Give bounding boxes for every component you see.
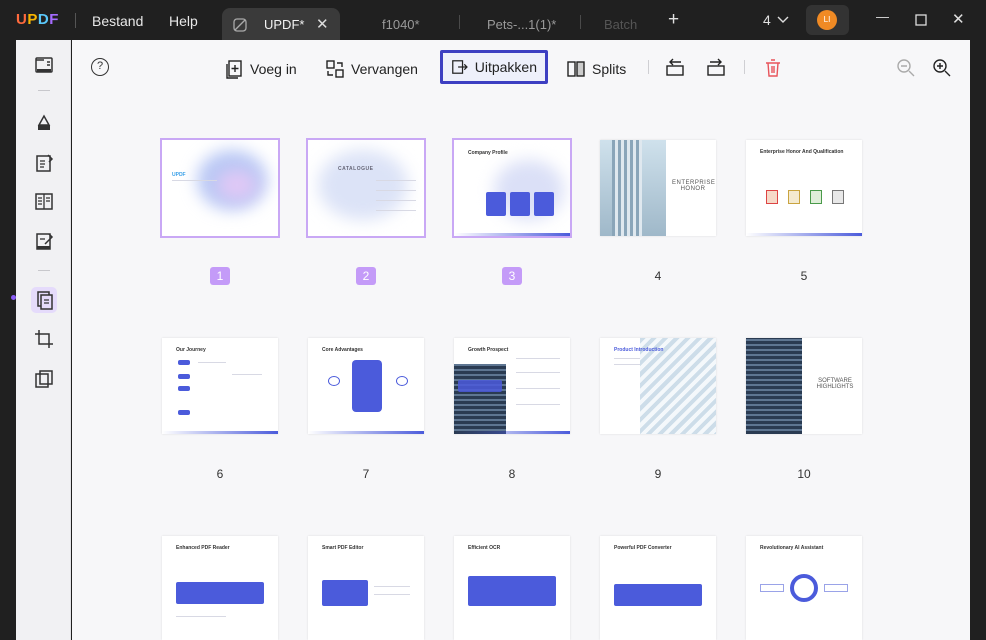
- form-icon[interactable]: [31, 188, 57, 214]
- page-thumbnail-8[interactable]: Growth Prospect: [454, 338, 570, 434]
- minimize-button[interactable]: —: [876, 9, 889, 24]
- tab-f1040[interactable]: f1040*: [352, 8, 458, 40]
- tab-label: Batch: [604, 17, 638, 32]
- close-window-button[interactable]: ✕: [952, 10, 965, 28]
- document-icon: [233, 18, 247, 32]
- page-thumbnail-11[interactable]: Enhanced PDF Reader: [162, 536, 278, 640]
- help-icon[interactable]: ?: [91, 58, 109, 76]
- extract-icon: [452, 60, 468, 74]
- page-thumbnail-7[interactable]: Core Advantages: [308, 338, 424, 434]
- page-title: Smart PDF Editor: [322, 545, 364, 551]
- insert-label: Voeg in: [250, 61, 297, 77]
- page-title: UPDF: [172, 172, 186, 178]
- page-number: 10: [797, 467, 811, 481]
- rotate-right-icon[interactable]: [705, 57, 727, 79]
- add-tab-button[interactable]: +: [668, 9, 679, 31]
- sidebar-divider: [38, 270, 50, 271]
- page-title: Powerful PDF Converter: [614, 545, 672, 551]
- page-thumbnail-1[interactable]: UPDF: [160, 138, 280, 238]
- page-title: Enhanced PDF Reader: [176, 545, 230, 551]
- tab-divider: [580, 15, 581, 29]
- left-sidebar: [11, 40, 71, 640]
- replace-icon: [326, 60, 344, 78]
- zoom-out-icon[interactable]: [895, 57, 917, 79]
- extract-label: Uitpakken: [474, 59, 537, 75]
- delete-icon[interactable]: [762, 57, 784, 79]
- chevron-down-icon[interactable]: [776, 14, 790, 26]
- page-thumbnail-2[interactable]: CATALOGUE: [306, 138, 426, 238]
- main-content: ? Voeg in Vervangen Uitpakken Splits UPD…: [72, 40, 970, 640]
- page-thumbnail-15[interactable]: Revolutionary AI Assistant: [746, 536, 862, 640]
- page-title: Growth Prospect: [468, 347, 509, 353]
- page-thumbnail-10[interactable]: SOFTWARE HIGHLIGHTS: [746, 338, 862, 434]
- page-number: 4: [654, 269, 662, 283]
- organize-pages-icon[interactable]: [31, 287, 57, 313]
- insert-button[interactable]: Voeg in: [224, 55, 297, 83]
- split-label: Splits: [592, 61, 627, 77]
- replace-label: Vervangen: [351, 61, 418, 77]
- page-number: 3: [502, 267, 522, 285]
- page-thumbnail-9[interactable]: Product Introduction: [600, 338, 716, 434]
- page-number: 6: [216, 467, 224, 481]
- page-thumbnail-12[interactable]: Smart PDF Editor: [308, 536, 424, 640]
- title-separator: [75, 13, 76, 28]
- highlighter-icon[interactable]: [31, 110, 57, 136]
- page-thumbnail-6[interactable]: Our Journey: [162, 338, 278, 434]
- page-number: 2: [356, 267, 376, 285]
- page-title: Our Journey: [176, 347, 206, 353]
- page-title: Core Advantages: [322, 347, 363, 353]
- page-thumbnail-3[interactable]: Company Profile: [452, 138, 572, 238]
- tab-pets[interactable]: Pets-...1(1)*: [472, 8, 572, 40]
- right-frame: [970, 40, 986, 640]
- reader-icon[interactable]: [31, 52, 57, 78]
- page-title: Product Introduction: [614, 347, 664, 353]
- page-title: Revolutionary AI Assistant: [760, 545, 824, 551]
- menu-file[interactable]: Bestand: [92, 13, 143, 29]
- tab-divider: [459, 15, 460, 29]
- page-number: 1: [210, 267, 230, 285]
- close-tab-icon[interactable]: ✕: [316, 15, 329, 33]
- tab-updf[interactable]: UPDF* ✕: [222, 8, 340, 40]
- page-thumbnail-14[interactable]: Powerful PDF Converter: [600, 536, 716, 640]
- page-thumbnail-4[interactable]: ENTERPRISE HONOR: [600, 140, 716, 236]
- page-number: 9: [654, 467, 662, 481]
- active-indicator: [11, 295, 16, 300]
- page-title: Enterprise Honor And Qualification: [760, 149, 844, 155]
- page-title: Efficient OCR: [468, 545, 501, 551]
- page-thumbnail-13[interactable]: Efficient OCR: [454, 536, 570, 640]
- extract-button[interactable]: Uitpakken: [440, 50, 548, 84]
- left-frame: [0, 40, 16, 640]
- page-number: 8: [508, 467, 516, 481]
- tab-label: Pets-...1(1)*: [487, 17, 557, 32]
- sign-icon[interactable]: [31, 228, 57, 254]
- page-title: SOFTWARE HIGHLIGHTS: [816, 378, 854, 390]
- menu-help[interactable]: Help: [169, 13, 198, 29]
- page-title: Company Profile: [468, 150, 508, 156]
- tab-label: f1040*: [382, 17, 420, 32]
- sidebar-divider: [38, 90, 50, 91]
- tab-batch[interactable]: Batch: [590, 8, 650, 40]
- crop-icon[interactable]: [31, 326, 57, 352]
- split-icon: [567, 61, 585, 77]
- updf-logo: UPDF: [16, 11, 59, 28]
- page-thumbnail-5[interactable]: Enterprise Honor And Qualification: [746, 140, 862, 236]
- page-number: 5: [800, 269, 808, 283]
- replace-button[interactable]: Vervangen: [325, 55, 418, 83]
- layers-icon[interactable]: [31, 366, 57, 392]
- toolbar-divider: [648, 60, 649, 74]
- page-title: ENTERPRISE HONOR: [672, 180, 716, 192]
- zoom-in-icon[interactable]: [931, 57, 953, 79]
- title-bar: UPDF Bestand Help UPDF* ✕ f1040* Pets-..…: [0, 0, 986, 40]
- tab-count[interactable]: 4: [763, 12, 771, 28]
- avatar[interactable]: LI: [817, 10, 837, 30]
- page-title: CATALOGUE: [338, 166, 374, 172]
- toolbar-divider: [744, 60, 745, 74]
- maximize-button[interactable]: [915, 14, 927, 26]
- split-button[interactable]: Splits: [566, 55, 626, 83]
- page-number: 7: [362, 467, 370, 481]
- tab-label: UPDF*: [264, 17, 305, 32]
- edit-icon[interactable]: [31, 150, 57, 176]
- insert-page-icon: [226, 60, 242, 79]
- rotate-left-icon[interactable]: [664, 57, 686, 79]
